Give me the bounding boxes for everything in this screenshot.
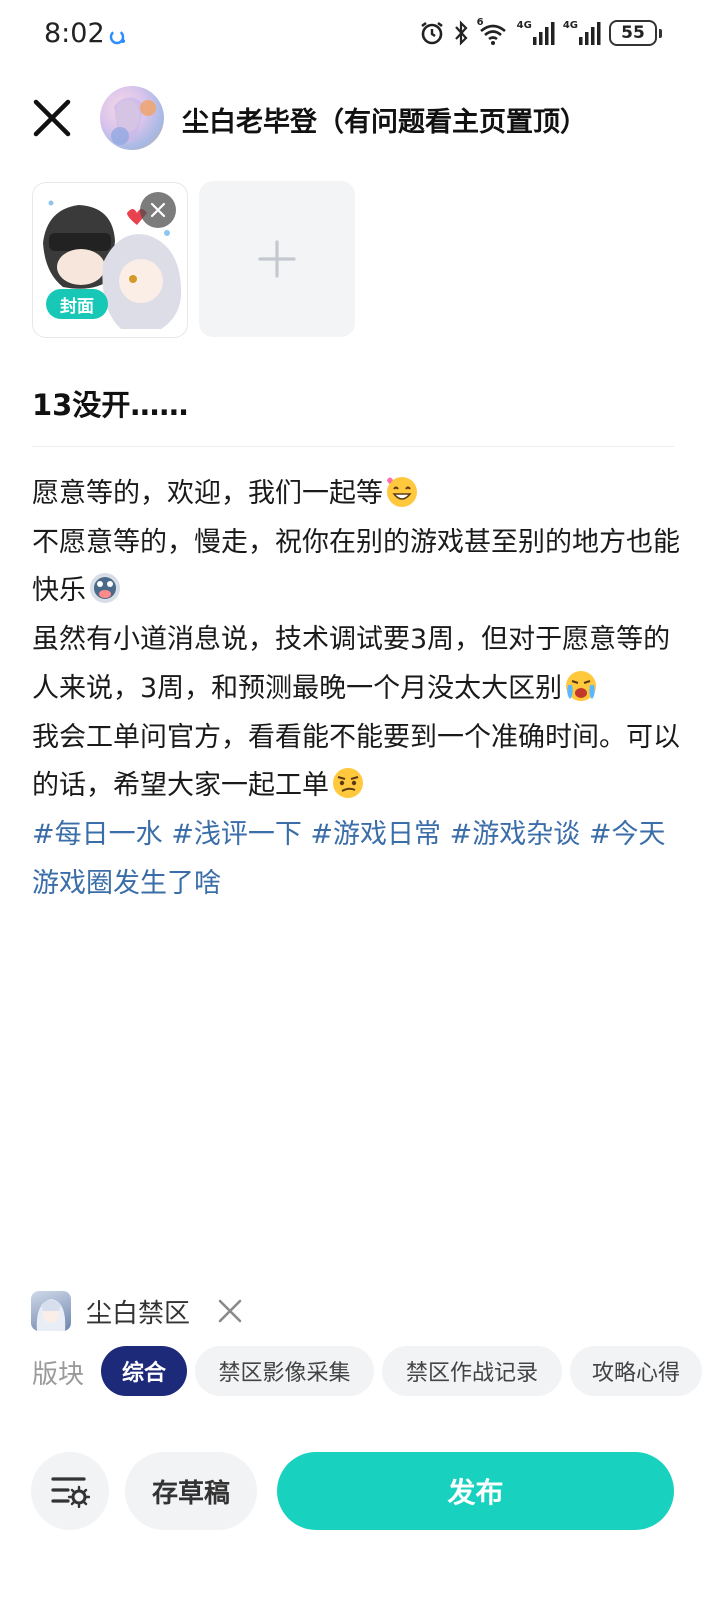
- signal-1: 4G: [517, 21, 555, 45]
- signal-bars-icon: [532, 22, 555, 45]
- board-chip-guides[interactable]: 攻略心得: [570, 1346, 702, 1396]
- paragraph-3: 虽然有小道消息说，技术调试要3周，但对于愿意等的人来说，3周，和预测最晚一个月没…: [32, 616, 680, 713]
- paragraph-2-text: 不愿意等的，慢走，祝你在别的游戏甚至别的地方也能快乐: [32, 526, 680, 607]
- paragraph-1-text: 愿意等的，欢迎，我们一起等: [32, 478, 383, 509]
- board-chip-general[interactable]: 综合: [101, 1346, 187, 1396]
- section-name[interactable]: 尘白禁区: [86, 1293, 190, 1330]
- signal-2: 4G: [563, 21, 601, 45]
- board-label: 版块: [32, 1360, 85, 1390]
- avatar-art: [111, 97, 156, 145]
- post-body[interactable]: 愿意等的，欢迎，我们一起等 不愿意等的，慢走，祝你在别的游戏甚至别的地方也能快乐…: [32, 470, 680, 908]
- section-avatar-art: [36, 1299, 66, 1331]
- author-name: 尘白老毕登（有问题看主页置顶）: [182, 107, 587, 138]
- section-icon: [31, 1291, 71, 1331]
- close-icon: [150, 202, 166, 218]
- avatar[interactable]: [100, 86, 164, 150]
- paragraph-4: 我会工单问官方，看看能不能要到一个准确时间。可以的话，希望大家一起工单: [32, 714, 680, 811]
- bluetooth-icon: [454, 20, 468, 46]
- status-icons: 6 4G 4G 55: [419, 17, 662, 46]
- grin-emoji-icon: [387, 477, 417, 507]
- remove-image-button[interactable]: [140, 192, 176, 228]
- post-title[interactable]: 13没开……: [32, 382, 188, 424]
- crying-emoji-icon: [566, 670, 597, 701]
- signal-bars-icon: [579, 22, 601, 45]
- divider: [32, 446, 674, 447]
- alarm-icon: [420, 21, 443, 45]
- ghost-emoji-icon: [90, 573, 120, 604]
- cover-badge: 封面: [46, 289, 108, 319]
- list-settings-icon: [51, 1477, 90, 1508]
- close-icon[interactable]: [216, 1297, 244, 1325]
- hashtags[interactable]: #每日一水 #浅评一下 #游戏日常 #游戏杂谈 #今天游戏圈发生了啥: [32, 811, 680, 908]
- paragraph-1: 愿意等的，欢迎，我们一起等: [32, 470, 680, 519]
- plus-icon: [258, 240, 296, 278]
- sync-icon: [109, 29, 125, 45]
- battery-tip: [659, 28, 662, 38]
- board-chip-battle-records[interactable]: 禁区作战记录: [382, 1346, 562, 1396]
- network-type-2: 4G: [562, 20, 578, 31]
- battery-indicator: 55: [609, 20, 657, 46]
- wifi-indicator: 6: [476, 17, 509, 46]
- wifi-label: 6: [476, 17, 484, 28]
- status-time: 8:02: [44, 18, 105, 49]
- paragraph-2: 不愿意等的，慢走，祝你在别的游戏甚至别的地方也能快乐: [32, 519, 680, 616]
- save-draft-button[interactable]: 存草稿: [125, 1452, 257, 1530]
- publish-button[interactable]: 发布: [277, 1452, 674, 1530]
- board-chip-images[interactable]: 禁区影像采集: [195, 1346, 374, 1396]
- post-settings-button[interactable]: [31, 1452, 109, 1530]
- add-image-button[interactable]: [199, 181, 355, 337]
- network-type-1: 4G: [516, 20, 532, 31]
- smirk-emoji-icon: [333, 768, 363, 799]
- close-icon[interactable]: [30, 96, 74, 140]
